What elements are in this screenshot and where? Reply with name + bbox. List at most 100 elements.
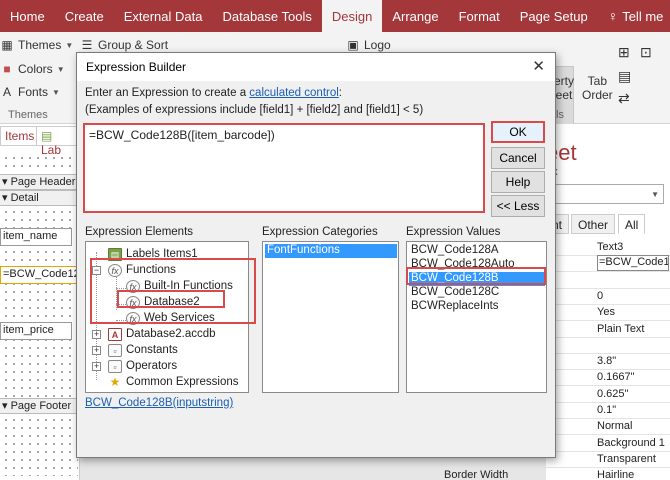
tab-create[interactable]: Create (55, 0, 114, 32)
code-icon-button[interactable]: ⊡ (640, 44, 652, 61)
property-row[interactable]: Yes (546, 305, 670, 322)
expression-elements-tree[interactable]: ▤ Labels Items1 − fx Functions fx Built-In … (85, 241, 249, 393)
tree-item-common-expressions[interactable]: ★ Common Expressions (108, 374, 239, 390)
property-row[interactable] (546, 273, 670, 289)
tab-order-button[interactable]: Tab Order (582, 74, 613, 102)
property-value[interactable]: Yes (597, 306, 669, 318)
property-value[interactable]: Normal (597, 420, 669, 432)
detail-section[interactable]: ▾ Detail (0, 190, 80, 206)
folder-icon: ▫ (108, 359, 122, 373)
tab-design[interactable]: Design (321, 0, 383, 32)
instruction-suffix: : (338, 87, 342, 99)
logo-button[interactable]: ▣ Logo (346, 38, 390, 52)
property-value[interactable]: Text3 (597, 241, 669, 253)
expression-values-list[interactable]: BCW_Code128A BCW_Code128Auto BCW_Code128… (406, 241, 547, 393)
item-name-field[interactable]: item_name (0, 228, 72, 246)
help-button[interactable]: Help (491, 171, 545, 193)
tab-labels[interactable]: ▤ Lab (36, 126, 79, 157)
tree-item-operators[interactable]: ▫ Operators (108, 358, 177, 374)
property-row[interactable]: 3.8" (546, 354, 670, 371)
property-value[interactable]: 0 (597, 290, 669, 302)
tree-item-functions[interactable]: fx Functions (108, 262, 176, 278)
tell-me-search[interactable]: ♀ Tell me (598, 0, 670, 32)
property-row[interactable]: 0.1" (546, 403, 670, 419)
chart-icon-button[interactable]: ▤ (618, 68, 631, 85)
calculated-control-link[interactable]: calculated control (249, 87, 339, 99)
property-row[interactable]: Plain Text (546, 322, 670, 338)
themes-button[interactable]: ▦ Themes ▼ (0, 38, 73, 52)
property-value[interactable]: Plain Text (597, 323, 669, 335)
page-footer-section[interactable]: ▾ Page Footer (0, 398, 80, 414)
close-icon[interactable]: ✕ (532, 57, 545, 75)
ribbon-tab-bar: Home Create External Data Database Tools… (0, 0, 670, 32)
ok-button[interactable]: OK (491, 121, 545, 143)
property-row[interactable]: =BCW_Code1 (546, 255, 670, 273)
colors-button[interactable]: ■ Colors ▼ (0, 62, 65, 76)
property-row[interactable] (546, 338, 670, 354)
tree-item-labels-items1[interactable]: ▤ Labels Items1 (108, 246, 198, 262)
property-row[interactable]: Background 1 (546, 436, 670, 452)
tab-arrange[interactable]: Arrange (382, 0, 448, 32)
tab-other[interactable]: Other (571, 214, 616, 234)
tree-item-database2-accdb[interactable]: A Database2.accdb (108, 326, 216, 342)
less-button[interactable]: << Less (491, 195, 545, 217)
group-sort-button[interactable]: ☰ Group & Sort (80, 38, 168, 52)
value-item[interactable]: BCW_Code128Auto (409, 258, 515, 272)
cancel-button[interactable]: Cancel (491, 147, 545, 169)
collapse-icon[interactable]: − (92, 266, 101, 275)
tab-page-setup[interactable]: Page Setup (510, 0, 598, 32)
property-value[interactable]: 0.1667" (597, 371, 669, 383)
dialog-titlebar[interactable]: Expression Builder ✕ (77, 53, 555, 81)
chevron-down-icon: ▼ (56, 64, 65, 74)
expand-icon[interactable]: + (92, 330, 101, 339)
fonts-button[interactable]: A Fonts ▼ (0, 85, 60, 99)
property-row[interactable]: 0.625" (546, 387, 670, 403)
tab-home[interactable]: Home (0, 0, 55, 32)
tree-item-built-in-functions[interactable]: fx Built-In Functions (126, 278, 233, 294)
tab-format[interactable]: Format (449, 0, 510, 32)
property-row[interactable]: Transparent (546, 452, 670, 468)
tab-external-data[interactable]: External Data (114, 0, 213, 32)
page-header-section[interactable]: ▾ Page Header (0, 174, 80, 190)
value-item-selected[interactable]: BCW_Code128B (409, 272, 545, 286)
property-value[interactable]: Background 1 (597, 437, 669, 449)
tree-item-web-services[interactable]: fx Web Services (126, 310, 215, 326)
tree-item-database2[interactable]: fx Database2 (126, 294, 200, 310)
elements-label: Expression Elements (85, 226, 194, 238)
expand-icon[interactable]: + (92, 346, 101, 355)
category-item-fontfunctions[interactable]: FontFunctions (265, 244, 397, 258)
property-value[interactable]: Hairline (597, 469, 669, 480)
property-value[interactable]: 0.625" (597, 388, 669, 400)
value-item[interactable]: BCWReplaceInts (409, 300, 499, 314)
expression-input[interactable]: =BCW_Code128B([item_barcode]) (83, 123, 485, 213)
property-value[interactable]: =BCW_Code1 (597, 255, 669, 272)
barcode-field[interactable]: =BCW_Code128 (0, 266, 80, 284)
property-row[interactable]: Text3 (546, 240, 670, 256)
convert-icon-button[interactable]: ⇄ (618, 90, 630, 107)
property-sheet-button[interactable]: erty eet (554, 74, 574, 102)
tab-all[interactable]: All (618, 214, 646, 234)
expression-categories-list[interactable]: FontFunctions (262, 241, 399, 393)
report-icon: ▤ (41, 129, 53, 143)
tree-connector (116, 288, 126, 289)
label-icon: ▤ (108, 247, 122, 261)
selection-dropdown[interactable]: ▼ (546, 184, 664, 204)
property-row[interactable]: Normal (546, 419, 670, 436)
value-item[interactable]: BCW_Code128C (409, 286, 499, 300)
tab-items[interactable]: Items (0, 126, 40, 146)
tab-database-tools[interactable]: Database Tools (212, 0, 321, 32)
syntax-link[interactable]: BCW_Code128B(inputstring) (85, 397, 233, 409)
item-price-field[interactable]: item_price (0, 322, 72, 340)
property-row[interactable]: 0.1667" (546, 370, 670, 387)
tree-item-label: Operators (126, 360, 178, 372)
property-value[interactable]: Transparent (597, 453, 669, 465)
property-row[interactable]: 0 (546, 289, 670, 305)
property-row[interactable]: Hairline Border Width (444, 468, 670, 480)
value-item[interactable]: BCW_Code128A (409, 244, 499, 258)
property-value[interactable]: 3.8" (597, 355, 669, 367)
expand-icon[interactable]: + (92, 362, 101, 371)
convert-icon: ⇄ (618, 90, 630, 106)
tree-item-constants[interactable]: ▫ Constants (108, 342, 178, 358)
grid-icon-button[interactable]: ⊞ (618, 44, 630, 61)
property-value[interactable]: 0.1" (597, 404, 669, 416)
